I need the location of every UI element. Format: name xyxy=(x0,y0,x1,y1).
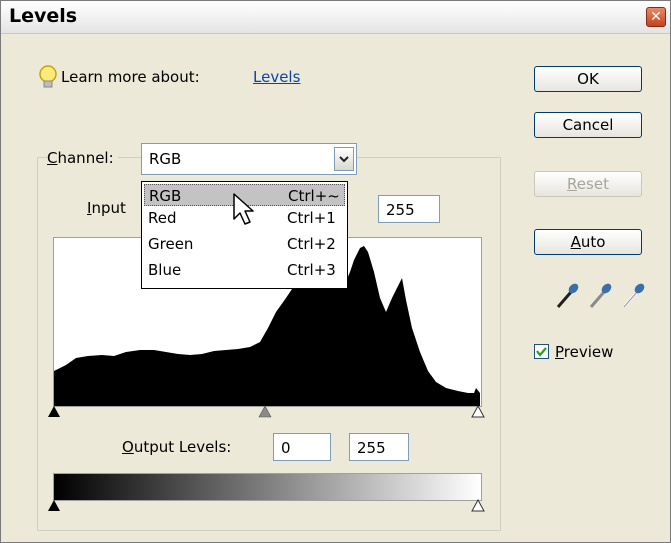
ok-button[interactable]: OK xyxy=(534,66,642,92)
output-white-field[interactable]: 255 xyxy=(349,433,409,461)
levels-dialog: Levels ✕ Learn more about: Levels OK Can… xyxy=(0,0,671,543)
mouse-pointer-icon xyxy=(233,193,254,225)
input-white-value: 255 xyxy=(386,201,415,219)
output-gradient-bar xyxy=(53,473,482,501)
output-black-slider[interactable] xyxy=(47,499,61,513)
input-white-field[interactable]: 255 xyxy=(378,195,440,223)
gray-eyedropper-icon[interactable] xyxy=(587,281,613,311)
preview-label-text: review xyxy=(563,343,614,361)
reset-label: eset xyxy=(576,175,609,193)
title-bar[interactable]: Levels ✕ xyxy=(1,1,670,34)
input-label-text: nput xyxy=(91,199,126,217)
levels-help-link[interactable]: Levels xyxy=(253,68,300,86)
output-black-value: 0 xyxy=(281,439,291,457)
dropdown-item-label: Green xyxy=(148,235,194,253)
cancel-button[interactable]: Cancel xyxy=(534,112,642,138)
preview-accel: P xyxy=(555,343,564,361)
learn-more-text: Learn more about: xyxy=(61,68,200,86)
dropdown-item-label: Red xyxy=(148,209,177,227)
input-levels-label: Input xyxy=(87,199,126,217)
reset-accel: R xyxy=(567,175,577,193)
dropdown-item-shortcut: Ctrl+2 xyxy=(287,235,336,253)
output-label-text: utput Levels: xyxy=(133,438,232,456)
channel-label-text: hannel: xyxy=(57,149,114,167)
checkmark-icon xyxy=(536,347,547,357)
output-white-value: 255 xyxy=(357,439,386,457)
input-black-slider[interactable] xyxy=(47,405,61,419)
input-gray-slider[interactable] xyxy=(258,405,272,419)
auto-label: uto xyxy=(580,233,606,251)
output-white-slider[interactable] xyxy=(471,499,485,513)
channel-label: Channel: xyxy=(47,149,118,167)
output-accel: O xyxy=(122,438,134,456)
auto-accel: A xyxy=(570,233,581,251)
channel-select[interactable]: RGB xyxy=(141,143,357,175)
channel-value: RGB xyxy=(149,150,182,168)
chevron-down-icon[interactable] xyxy=(334,147,354,171)
input-white-slider[interactable] xyxy=(471,405,485,419)
dropdown-item-blue[interactable]: Blue Ctrl+3 xyxy=(144,259,345,281)
preview-checkbox[interactable] xyxy=(534,344,549,359)
channel-accel: C xyxy=(47,149,58,167)
window-title: Levels xyxy=(9,5,78,27)
close-icon[interactable]: ✕ xyxy=(646,7,666,27)
dropdown-item-green[interactable]: Green Ctrl+2 xyxy=(144,233,345,255)
white-eyedropper-icon[interactable] xyxy=(620,281,646,311)
auto-button[interactable]: Auto xyxy=(534,229,642,255)
output-levels-label: Output Levels: xyxy=(122,438,231,456)
preview-label: Preview xyxy=(555,343,613,361)
dropdown-item-label: Blue xyxy=(148,261,182,279)
black-eyedropper-icon[interactable] xyxy=(554,281,580,311)
reset-button[interactable]: Reset xyxy=(534,171,642,197)
lightbulb-icon xyxy=(39,65,57,88)
dropdown-item-shortcut: Ctrl+1 xyxy=(287,209,336,227)
dropdown-item-shortcut: Ctrl+~ xyxy=(288,187,340,205)
dropdown-item-label: RGB xyxy=(149,187,182,205)
dropdown-item-shortcut: Ctrl+3 xyxy=(287,261,336,279)
output-black-field[interactable]: 0 xyxy=(273,433,331,461)
